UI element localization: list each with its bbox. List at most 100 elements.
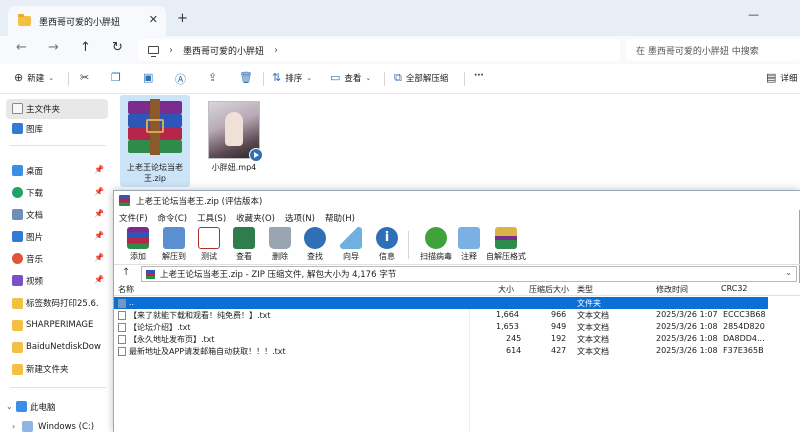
- toolbar: 添加 解压到 测试 查看 删除 查找 向导 i 信息 扫描病毒 注释 自解压格式: [114, 225, 800, 265]
- find-button[interactable]: 查找: [297, 227, 333, 265]
- cell-name: 【来了就能下载和观看！纯免费！】.txt: [129, 311, 271, 320]
- column-packed-size[interactable]: 压缩后大小: [529, 284, 569, 295]
- sidebar-item-desktop[interactable]: 桌面 📌: [6, 161, 108, 181]
- sidebar-item-gallery[interactable]: 图库: [6, 119, 108, 139]
- download-icon: [12, 187, 23, 198]
- pin-icon[interactable]: 📌: [94, 209, 104, 218]
- share-button[interactable]: ⇪: [208, 71, 221, 84]
- pin-icon[interactable]: 📌: [94, 253, 104, 262]
- menu-tools[interactable]: 工具(S): [197, 212, 226, 224]
- up-button[interactable]: ↑: [80, 40, 91, 55]
- rename-button[interactable]: Ⓐ: [175, 71, 190, 87]
- column-modified[interactable]: 修改时间: [656, 284, 688, 295]
- sort-button[interactable]: ⇅ 排序 ⌄: [272, 71, 312, 84]
- extract-to-button[interactable]: 解压到: [156, 227, 192, 265]
- text-file-icon: [118, 347, 126, 356]
- menu-options[interactable]: 选项(N): [285, 212, 315, 224]
- table-row[interactable]: 【来了就能下载和观看！纯免费！】.txt 1,664 966 文本文档 2025…: [114, 309, 768, 321]
- search-input[interactable]: 在 墨西哥可爱的小胖妞 中搜索: [626, 39, 800, 61]
- delete-button[interactable]: 删除: [262, 227, 298, 265]
- pin-icon[interactable]: 📌: [94, 231, 104, 240]
- table-row[interactable]: 最新地址及APP请发邮箱自动获取！！！.txt 614 427 文本文档 202…: [114, 345, 768, 357]
- tool-label: 查看: [236, 252, 252, 261]
- menu-help[interactable]: 帮助(H): [325, 212, 355, 224]
- cell-crc: F37E365B: [723, 346, 764, 355]
- info-button[interactable]: i 信息: [369, 227, 405, 265]
- sidebar-item-downloads[interactable]: 下载 📌: [6, 183, 108, 203]
- sidebar-item-this-pc[interactable]: ⌄ 此电脑: [6, 397, 108, 417]
- menu-file[interactable]: 文件(F): [119, 212, 148, 224]
- pin-icon[interactable]: 📌: [94, 275, 104, 284]
- sidebar-item-videos[interactable]: 视频 📌: [6, 271, 108, 291]
- tab-close-icon[interactable]: ✕: [149, 13, 158, 26]
- file-zip-archive[interactable]: 上老王论坛当老王.zip: [120, 95, 190, 187]
- sidebar-item-pictures[interactable]: 图片 📌: [6, 227, 108, 247]
- delete-button[interactable]: 🗑: [239, 71, 257, 84]
- sidebar-item-music[interactable]: 音乐 📌: [6, 249, 108, 269]
- paste-button[interactable]: ▣: [143, 71, 157, 84]
- divider: [10, 387, 106, 388]
- sfx-button[interactable]: 自解压格式: [482, 227, 530, 265]
- path-bar: ↑ 上老王论坛当老王.zip - ZIP 压缩文件, 解包大小为 4,176 字…: [114, 266, 800, 282]
- archive-path-field[interactable]: 上老王论坛当老王.zip - ZIP 压缩文件, 解包大小为 4,176 字节 …: [141, 266, 797, 282]
- book-icon: [233, 227, 255, 249]
- table-row[interactable]: 【永久地址发布页】.txt 245 192 文本文档 2025/3/26 1:0…: [114, 333, 768, 345]
- view-button[interactable]: 查看: [226, 227, 262, 265]
- column-crc32[interactable]: CRC32: [721, 284, 748, 293]
- archive-file-list: 名称 大小 压缩后大小 类型 修改时间 CRC32 .. 文件夹 【来了就能下载…: [114, 283, 800, 432]
- sidebar-item-folder[interactable]: SHARPERIMAGE: [6, 315, 108, 335]
- column-name[interactable]: 名称: [118, 284, 134, 295]
- sidebar-item-folder[interactable]: 新建文件夹: [6, 359, 108, 379]
- monitor-icon: [148, 46, 159, 57]
- address-bar[interactable]: › 墨西哥可爱的小胖妞 ›: [138, 39, 620, 61]
- details-pane-button[interactable]: ▤ 详细: [766, 71, 797, 84]
- up-one-level-icon[interactable]: ↑: [122, 267, 130, 278]
- chevron-down-icon[interactable]: ⌄: [785, 268, 792, 277]
- copy-button[interactable]: ❐: [111, 71, 125, 84]
- sidebar-item-label: BaiduNetdiskDow: [26, 342, 101, 352]
- column-type[interactable]: 类型: [577, 284, 593, 295]
- sidebar-item-label: 视频: [26, 277, 44, 287]
- new-label: 新建: [27, 73, 45, 84]
- more-options-button[interactable]: ···: [474, 71, 484, 81]
- archive-path-text: 上老王论坛当老王.zip - ZIP 压缩文件, 解包大小为 4,176 字节: [160, 270, 397, 280]
- chevron-down-icon: ⌄: [48, 73, 55, 82]
- sidebar-item-folder[interactable]: 标签数码打印25.6.: [6, 293, 108, 313]
- cut-button[interactable]: ✂: [80, 71, 93, 84]
- add-button[interactable]: 添加: [120, 227, 156, 265]
- tool-label: 自解压格式: [486, 252, 526, 261]
- pin-icon[interactable]: 📌: [94, 165, 104, 174]
- refresh-button[interactable]: ↻: [112, 40, 123, 55]
- back-button[interactable]: ←: [16, 40, 27, 55]
- test-button[interactable]: 测试: [191, 227, 227, 265]
- cell-type: 文件夹: [577, 299, 601, 308]
- table-row[interactable]: 【论坛介绍】.txt 1,653 949 文本文档 2025/3/26 1:08…: [114, 321, 768, 333]
- winrar-app-icon: [119, 195, 130, 206]
- wizard-button[interactable]: 向导: [333, 227, 369, 265]
- sidebar-item-home[interactable]: 主文件夹: [6, 99, 108, 119]
- tab-current-folder[interactable]: 墨西哥可爱的小胖妞 ✕: [8, 6, 166, 36]
- cell-packed: 949: [551, 322, 567, 331]
- chevron-right-icon[interactable]: ›: [12, 422, 15, 431]
- table-row-parent-folder[interactable]: .. 文件夹: [114, 297, 768, 309]
- forward-button[interactable]: →: [48, 40, 59, 55]
- pin-icon[interactable]: 📌: [94, 187, 104, 196]
- sidebar-item-folder[interactable]: BaiduNetdiskDow: [6, 337, 108, 357]
- view-button[interactable]: ▭ 查看 ⌄: [330, 71, 371, 84]
- menu-commands[interactable]: 命令(C): [158, 212, 188, 224]
- column-size[interactable]: 大小: [498, 284, 514, 295]
- minimize-button[interactable]: —: [748, 8, 759, 21]
- breadcrumb-folder[interactable]: 墨西哥可爱的小胖妞: [183, 44, 264, 57]
- breadcrumb-chevron-icon[interactable]: ›: [274, 45, 278, 56]
- menu-favorites[interactable]: 收藏夹(O): [236, 212, 275, 224]
- scissors-icon: ✂: [80, 71, 90, 84]
- file-video[interactable]: 小胖妞.mp4: [199, 95, 269, 187]
- extract-all-button[interactable]: ⧉ 全部解压缩: [394, 71, 448, 85]
- new-button[interactable]: ⊕ 新建 ⌄: [14, 71, 54, 84]
- chevron-down-icon[interactable]: ⌄: [6, 402, 13, 411]
- sidebar-item-drive-c[interactable]: › Windows (C:): [6, 417, 108, 432]
- list-header: 名称 大小 压缩后大小 类型 修改时间 CRC32: [114, 283, 800, 296]
- details-label: 详细: [780, 73, 798, 84]
- sidebar-item-documents[interactable]: 文档 📌: [6, 205, 108, 225]
- new-tab-button[interactable]: +: [177, 11, 188, 26]
